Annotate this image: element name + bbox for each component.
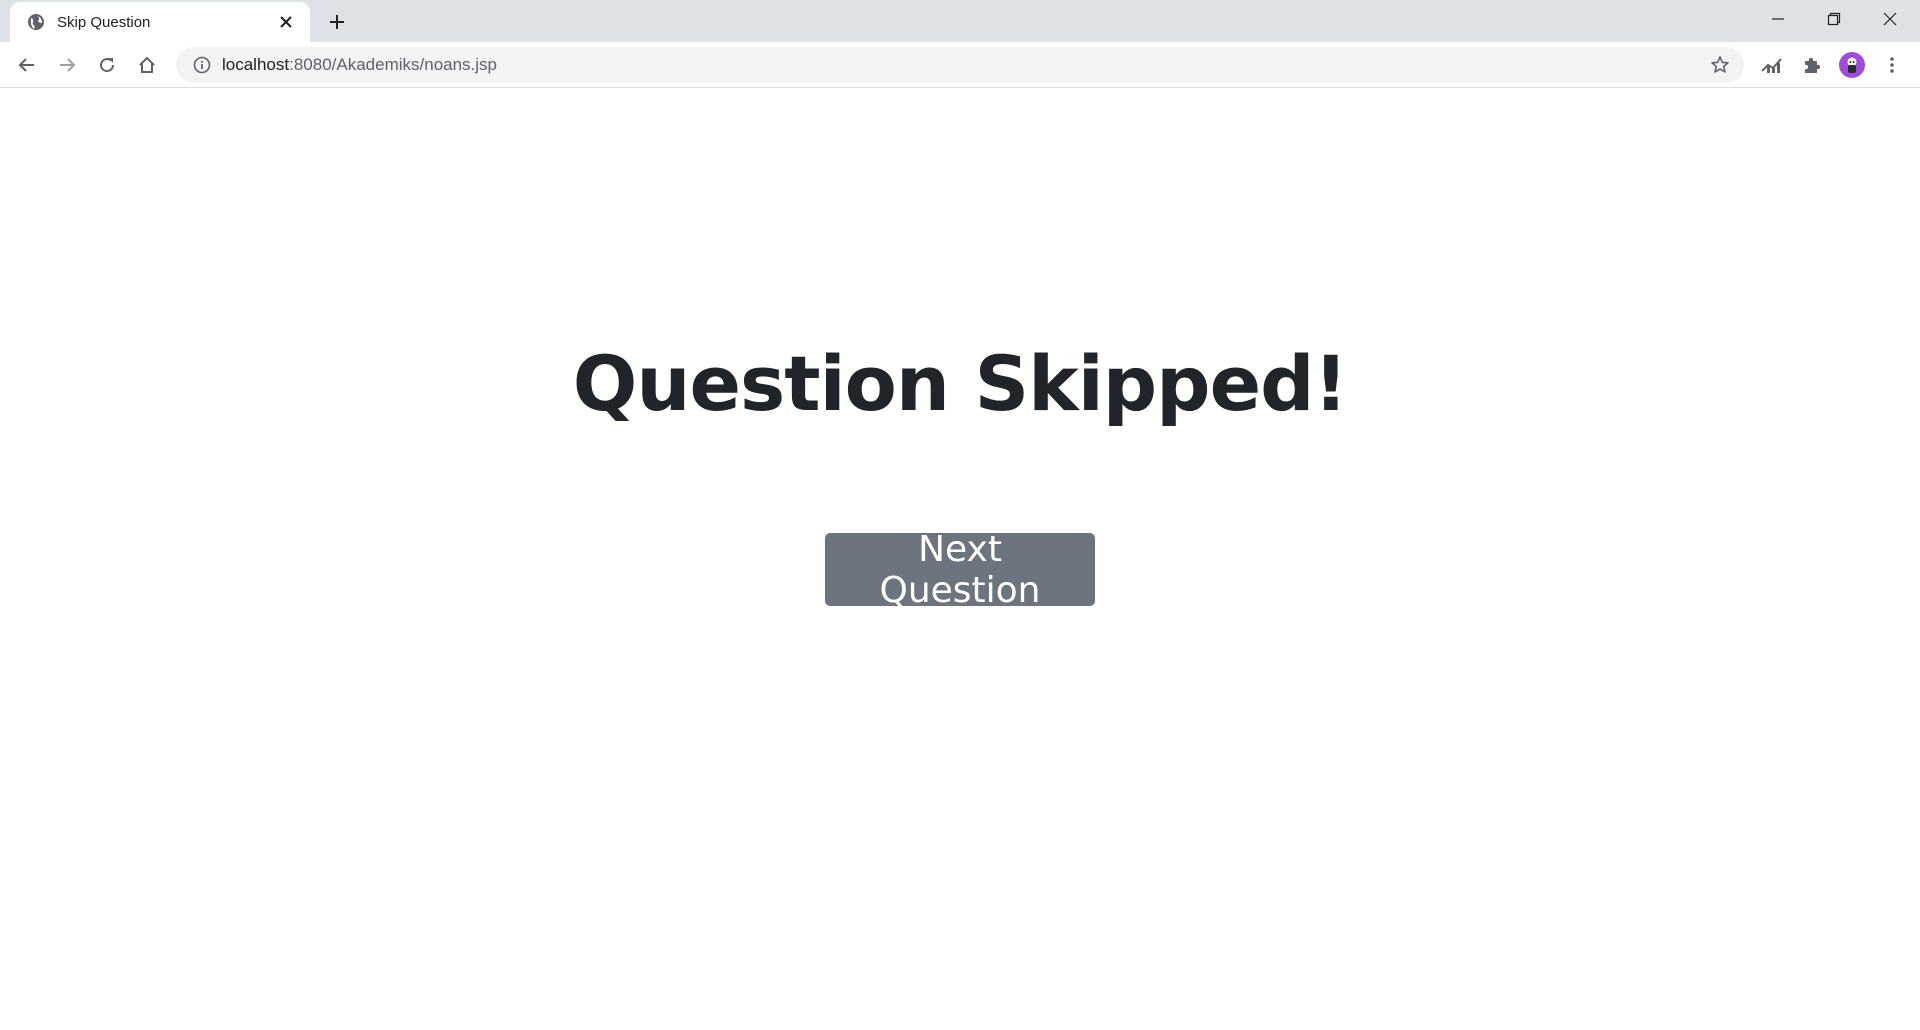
close-window-button[interactable] (1862, 0, 1918, 38)
chart-extension-icon[interactable] (1756, 49, 1788, 81)
star-icon[interactable] (1704, 49, 1736, 81)
puzzle-icon[interactable] (1796, 49, 1828, 81)
minimize-icon (1772, 18, 1784, 20)
profile-button[interactable] (1836, 49, 1868, 81)
forward-button[interactable] (51, 49, 83, 81)
kebab-menu-icon (1890, 57, 1894, 73)
reload-icon (100, 58, 115, 73)
restore-button[interactable] (1806, 0, 1862, 38)
minimize-button[interactable] (1750, 0, 1806, 38)
url-path: :8080/Akademiks/noans.jsp (289, 55, 498, 74)
browser-tab[interactable]: Skip Question (10, 2, 310, 42)
next-question-button[interactable]: Next Question (825, 529, 1095, 611)
page-heading: Question Skipped! (572, 339, 1348, 428)
plus-icon (330, 15, 344, 29)
home-icon (139, 56, 155, 73)
avatar (1839, 52, 1865, 78)
new-tab-button[interactable] (322, 7, 352, 37)
menu-button[interactable] (1876, 49, 1908, 81)
reload-button[interactable] (91, 49, 123, 81)
restore-icon (1827, 12, 1841, 26)
url-host: localhost (222, 55, 290, 74)
tab-close-icon[interactable] (274, 10, 298, 34)
browser-toolbar: localhost:8080/Akademiks/noans.jsp (0, 42, 1920, 88)
back-button[interactable] (11, 49, 43, 81)
tab-strip: Skip Question (0, 0, 1920, 42)
url-text[interactable]: localhost:8080/Akademiks/noans.jsp (222, 55, 497, 75)
address-bar[interactable]: localhost:8080/Akademiks/noans.jsp (176, 47, 1744, 83)
globe-icon (26, 12, 46, 32)
page-content: Question Skipped! Next Question (0, 89, 1920, 1030)
home-button[interactable] (131, 49, 163, 81)
tab-title: Skip Question (57, 13, 151, 31)
arrow-right-icon (60, 58, 76, 72)
info-icon[interactable] (184, 47, 220, 83)
arrow-left-icon (18, 58, 34, 72)
close-icon (1883, 12, 1897, 26)
